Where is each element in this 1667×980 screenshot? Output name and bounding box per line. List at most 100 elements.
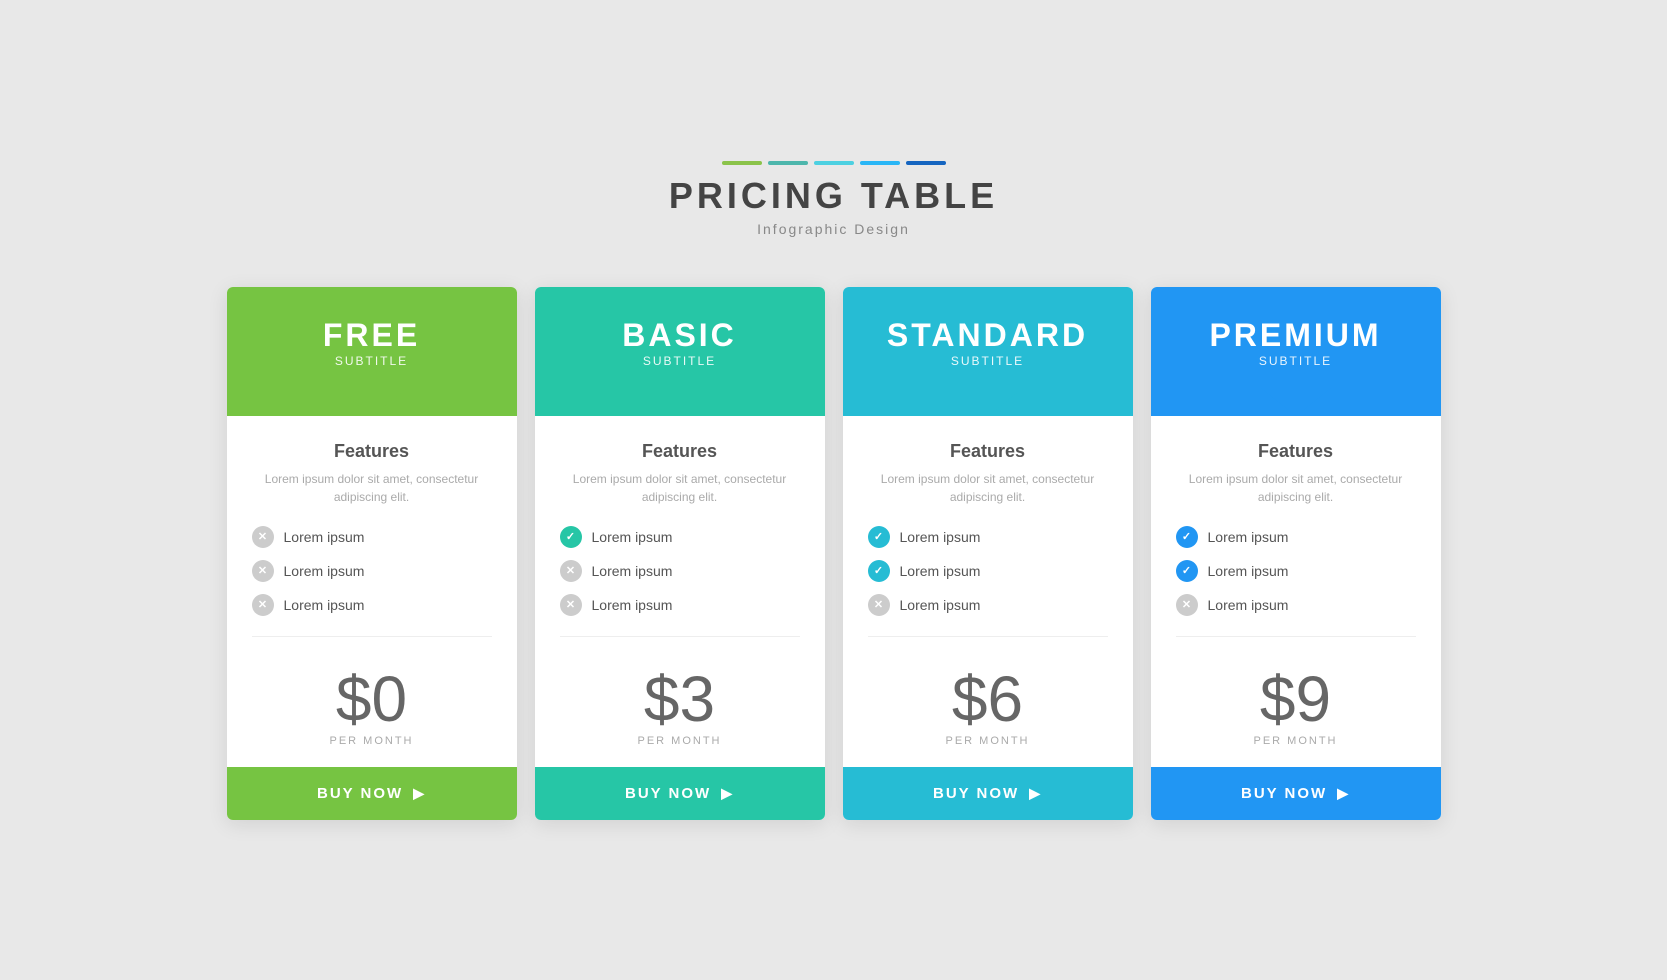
price-period-3: PER MONTH	[1176, 735, 1416, 747]
feature-item: ✓Lorem ipsum	[1176, 560, 1416, 582]
cross-icon: ✕	[1176, 594, 1198, 616]
feature-item: ✕Lorem ipsum	[252, 560, 492, 582]
price-amount-1: $3	[560, 667, 800, 731]
feature-list-0: ✕Lorem ipsum✕Lorem ipsum✕Lorem ipsum	[252, 526, 492, 616]
feature-item: ✓ Lorem ipsum	[560, 526, 800, 548]
feature-list-2: ✓ Lorem ipsum ✓ Lorem ipsum ✕Lorem ipsum	[868, 526, 1108, 616]
plan-subtitle-2: SUBTITLE	[951, 354, 1024, 368]
buy-button-basic[interactable]: BUY NOW ▶	[535, 767, 825, 820]
header-dash	[722, 161, 762, 165]
card-header-3: PREMIUMSUBTITLE	[1151, 287, 1441, 416]
price-section-1: $3 PER MONTH	[560, 657, 800, 767]
divider-0	[252, 636, 492, 637]
feature-list-3: ✓Lorem ipsum✓Lorem ipsum✕Lorem ipsum	[1176, 526, 1416, 616]
feature-item: ✓Lorem ipsum	[1176, 526, 1416, 548]
plan-card-premium: PREMIUMSUBTITLE Features Lorem ipsum dolor…	[1151, 287, 1441, 820]
arrow-icon: ▶	[721, 785, 734, 802]
card-footer-3: BUY NOW▶	[1151, 767, 1441, 820]
chevron-2	[953, 388, 1023, 416]
feature-item: ✕ Lorem ipsum	[252, 594, 492, 616]
features-title-0: Features	[252, 441, 492, 462]
price-amount-2: $6	[868, 667, 1108, 731]
chevron-1	[645, 388, 715, 416]
divider-1	[560, 636, 800, 637]
feature-text: Lorem ipsum	[900, 563, 981, 579]
price-period-1: PER MONTH	[560, 735, 800, 747]
plan-name-3: PREMIUM	[1209, 317, 1381, 354]
plan-name-1: BASIC	[622, 317, 737, 354]
card-body-2: Features Lorem ipsum dolor sit amet, cons…	[843, 416, 1133, 767]
card-header-1: BASICSUBTITLE	[535, 287, 825, 416]
feature-text: Lorem ipsum	[284, 597, 365, 613]
chevron-0	[337, 388, 407, 416]
card-footer-0: BUY NOW ▶	[227, 767, 517, 820]
features-title-3: Features	[1176, 441, 1416, 462]
feature-item: ✕Lorem ipsum	[868, 594, 1108, 616]
features-desc-0: Lorem ipsum dolor sit amet, consectetur …	[252, 470, 492, 506]
buy-button-label: BUY NOW	[625, 785, 711, 802]
price-period-0: PER MONTH	[252, 735, 492, 747]
arrow-icon: ▶	[413, 785, 426, 802]
check-icon: ✓	[868, 560, 890, 582]
features-desc-2: Lorem ipsum dolor sit amet, consectetur …	[868, 470, 1108, 506]
divider-3	[1176, 636, 1416, 637]
check-icon: ✓	[868, 526, 890, 548]
chevron-3	[1261, 388, 1331, 416]
plan-subtitle-3: SUBTITLE	[1259, 354, 1332, 368]
feature-text: Lorem ipsum	[284, 563, 365, 579]
feature-item: ✓ Lorem ipsum	[868, 526, 1108, 548]
feature-item: ✕ Lorem ipsum	[560, 560, 800, 582]
feature-text: Lorem ipsum	[1208, 563, 1289, 579]
feature-text: Lorem ipsum	[284, 529, 365, 545]
buy-button-free[interactable]: BUY NOW ▶	[227, 767, 517, 820]
header: PRICING TABLE Infographic Design	[669, 161, 998, 237]
plan-subtitle-0: SUBTITLE	[335, 354, 408, 368]
price-section-2: $6PER MONTH	[868, 657, 1108, 767]
feature-text: Lorem ipsum	[592, 529, 673, 545]
feature-text: Lorem ipsum	[592, 597, 673, 613]
plan-card-free: FREESUBTITLE Features Lorem ipsum dolor si…	[227, 287, 517, 820]
buy-button-label: BUY NOW	[317, 785, 403, 802]
feature-text: Lorem ipsum	[592, 563, 673, 579]
feature-text: Lorem ipsum	[900, 529, 981, 545]
page-subtitle: Infographic Design	[669, 221, 998, 237]
feature-item: ✕Lorem ipsum	[560, 594, 800, 616]
arrow-icon: ▶	[1029, 785, 1042, 802]
features-desc-3: Lorem ipsum dolor sit amet, consectetur …	[1176, 470, 1416, 506]
header-dash	[860, 161, 900, 165]
feature-item: ✕ Lorem ipsum	[1176, 594, 1416, 616]
card-body-3: Features Lorem ipsum dolor sit amet, cons…	[1151, 416, 1441, 767]
header-dashes	[669, 161, 998, 165]
price-amount-3: $9	[1176, 667, 1416, 731]
plan-card-basic: BASICSUBTITLE Features Lorem ipsum dolor s…	[535, 287, 825, 820]
header-dash	[768, 161, 808, 165]
price-amount-0: $0	[252, 667, 492, 731]
card-body-0: Features Lorem ipsum dolor sit amet, cons…	[227, 416, 517, 767]
header-dash	[814, 161, 854, 165]
buy-button-standard[interactable]: BUY NOW ▶	[843, 767, 1133, 820]
cross-icon: ✕	[868, 594, 890, 616]
cross-icon: ✕	[560, 560, 582, 582]
check-icon: ✓	[1176, 526, 1198, 548]
plan-name-0: FREE	[323, 317, 420, 354]
divider-2	[868, 636, 1108, 637]
buy-button-premium[interactable]: BUY NOW▶	[1151, 767, 1441, 820]
card-body-1: Features Lorem ipsum dolor sit amet, cons…	[535, 416, 825, 767]
page-title: PRICING TABLE	[669, 175, 998, 217]
check-icon: ✓	[560, 526, 582, 548]
cross-icon: ✕	[252, 526, 274, 548]
cards-container: FREESUBTITLEFeaturesLorem ipsum dolor si…	[227, 287, 1441, 820]
cross-icon: ✕	[252, 594, 274, 616]
buy-button-label: BUY NOW	[1241, 785, 1327, 802]
card-header-2: STANDARDSUBTITLE	[843, 287, 1133, 416]
features-title-1: Features	[560, 441, 800, 462]
features-desc-1: Lorem ipsum dolor sit amet, consectetur …	[560, 470, 800, 506]
plan-subtitle-1: SUBTITLE	[643, 354, 716, 368]
feature-list-1: ✓Lorem ipsum✕Lorem ipsum✕Lorem ipsum	[560, 526, 800, 616]
header-dash	[906, 161, 946, 165]
feature-item: ✕ Lorem ipsum	[252, 526, 492, 548]
features-title-2: Features	[868, 441, 1108, 462]
buy-button-label: BUY NOW	[933, 785, 1019, 802]
card-header-0: FREESUBTITLE	[227, 287, 517, 416]
feature-text: Lorem ipsum	[1208, 597, 1289, 613]
